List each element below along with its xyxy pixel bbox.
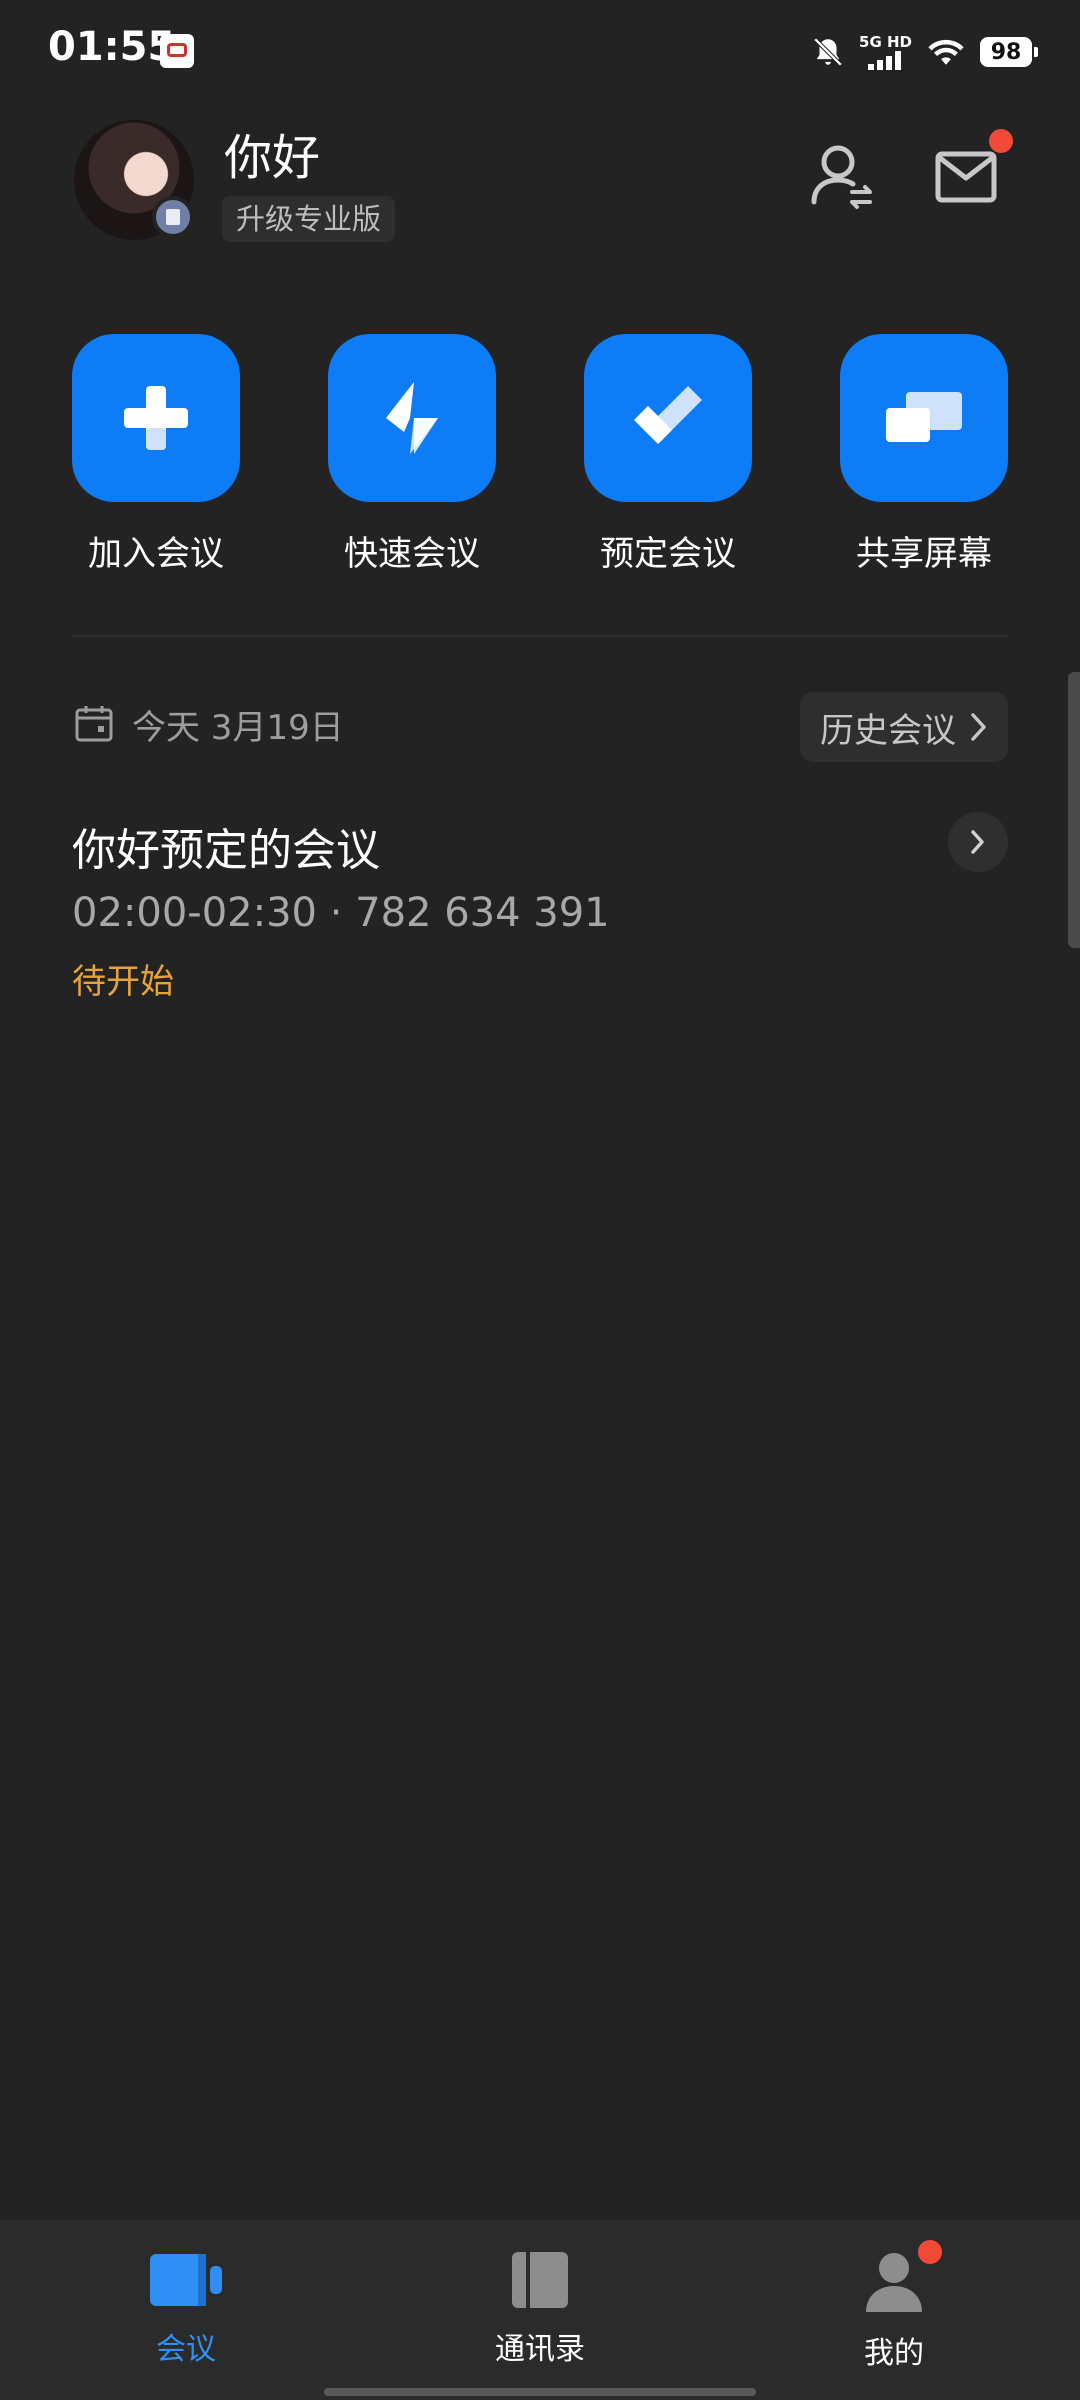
mail-icon[interactable] (934, 148, 1000, 206)
tab-me[interactable]: 我的 (794, 2250, 994, 2372)
signal-icon (867, 51, 901, 70)
share-screen-label: 共享屏幕 (856, 534, 992, 574)
chevron-right-icon (971, 830, 984, 854)
tab-contacts[interactable]: 通讯录 (440, 2250, 640, 2368)
tab-contacts-label: 通讯录 (495, 2332, 585, 2367)
chevron-right-icon (971, 713, 986, 741)
tab-meetings[interactable]: 会议 (86, 2250, 286, 2368)
instant-meeting-label: 快速会议 (344, 534, 480, 574)
meeting-time-and-id: 02:00-02:30 · 782 634 391 (72, 890, 610, 936)
me-unread-dot (918, 2240, 942, 2264)
calendar-icon (74, 704, 114, 744)
join-meeting-button[interactable]: 加入会议 (71, 334, 241, 575)
tab-me-label: 我的 (864, 2336, 924, 2371)
account-badge-icon (152, 196, 194, 238)
status-indicators: 5G HD 98 (811, 30, 1038, 74)
meeting-status: 待开始 (72, 962, 174, 1002)
upgrade-pro-button[interactable]: 升级专业版 (222, 196, 396, 242)
current-date: 今天 3月19日 (132, 708, 344, 748)
check-icon (634, 386, 702, 444)
contacts-book-icon (512, 2252, 568, 2308)
switch-account-icon[interactable] (806, 140, 878, 212)
video-camera-icon (150, 2254, 222, 2306)
instant-meeting-button[interactable]: 快速会议 (327, 334, 497, 575)
status-time: 01:55 (48, 24, 176, 70)
scrollbar-thumb[interactable] (1068, 672, 1080, 948)
schedule-meeting-label: 预定会议 (600, 534, 736, 574)
history-meetings-label: 历史会议 (820, 710, 956, 751)
battery-icon: 98 (980, 37, 1038, 67)
join-meeting-label: 加入会议 (88, 534, 224, 574)
wifi-icon (928, 39, 964, 65)
mail-unread-dot (989, 129, 1013, 153)
home-indicator[interactable] (324, 2388, 756, 2396)
meeting-title[interactable]: 你好预定的会议 (72, 814, 380, 878)
network-type-label: 5G HD (859, 33, 912, 51)
plus-icon (124, 386, 188, 450)
mute-bell-icon (813, 37, 843, 67)
person-icon (866, 2253, 922, 2312)
lightning-icon (386, 382, 438, 454)
share-screen-button[interactable]: 共享屏幕 (839, 334, 1009, 575)
tab-meetings-label: 会议 (156, 2332, 216, 2367)
share-screen-icon (886, 392, 962, 442)
app-notification-icon (160, 34, 194, 68)
divider (72, 635, 1008, 637)
meeting-detail-button[interactable] (948, 812, 1008, 872)
username: 你好 (224, 130, 321, 186)
history-meetings-button[interactable]: 历史会议 (800, 692, 1008, 762)
schedule-meeting-button[interactable]: 预定会议 (583, 334, 753, 575)
